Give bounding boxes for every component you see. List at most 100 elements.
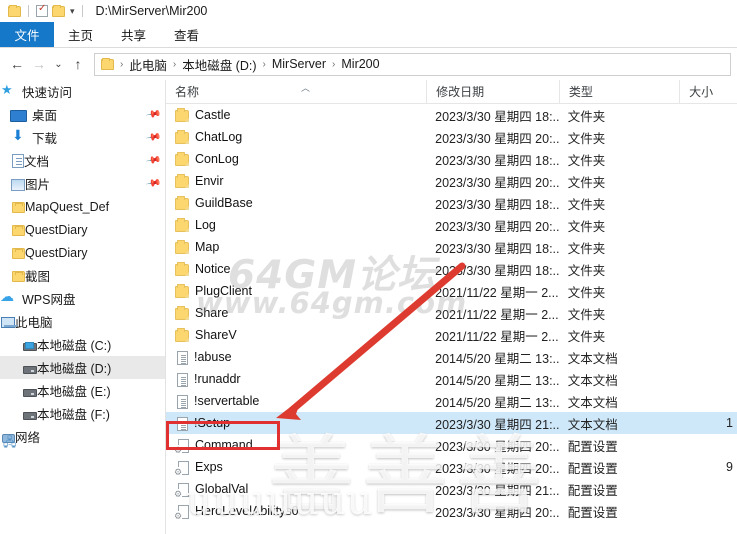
breadcrumb-this-pc[interactable]: 此电脑 — [129, 55, 167, 74]
file-type-label: 文件夹 — [567, 131, 606, 146]
file-type-label: 文件夹 — [567, 153, 606, 168]
column-header-type[interactable]: 类型 — [558, 80, 679, 104]
table-row[interactable]: !Setup 2023/3/30 星期四 21:... 文本文档 1 — [166, 412, 737, 434]
forward-button[interactable]: → — [28, 53, 50, 75]
breadcrumb-mirserver[interactable]: MirServer — [272, 57, 326, 71]
breadcrumb-drive-d[interactable]: 本地磁盘 (D:) — [182, 55, 256, 74]
sidebar-item-12[interactable]: 本地磁盘 (D:) — [0, 356, 165, 379]
table-row[interactable]: Exps 2023/3/30 星期四 20:... 配置设置 9 — [166, 456, 737, 478]
sidebar-item-7[interactable]: QuestDiary — [0, 241, 165, 264]
sidebar-item-label: 截图 — [25, 270, 51, 284]
sidebar-item-6[interactable]: QuestDiary — [0, 218, 165, 241]
breadcrumb-separator: › — [120, 58, 124, 70]
tab-share[interactable]: 共享 — [107, 22, 160, 47]
file-date-label: 2023/3/30 星期四 18:... — [435, 197, 559, 212]
tab-view[interactable]: 查看 — [160, 22, 213, 47]
table-row[interactable]: Notice 2023/3/30 星期四 18:... 文件夹 — [166, 258, 737, 280]
sidebar-item-9[interactable]: WPS网盘 — [0, 287, 165, 310]
sidebar-item-5[interactable]: MapQuest_Def — [0, 195, 165, 218]
column-header-name-label: 名称 — [175, 85, 200, 99]
file-rows: Castle 2023/3/30 星期四 18:... 文件夹 ChatLog 2023… — [166, 104, 737, 522]
cell-name: Share — [166, 306, 426, 320]
table-row[interactable]: ChatLog 2023/3/30 星期四 20:... 文件夹 — [166, 126, 737, 148]
file-name-label: !Setup — [194, 416, 231, 430]
folder-icon[interactable] — [8, 4, 21, 17]
drive-icon — [23, 388, 37, 397]
sidebar-item-15[interactable]: 网络 — [0, 425, 165, 454]
sidebar-item-8[interactable]: 截图 — [0, 264, 165, 287]
folder-icon — [12, 202, 25, 213]
file-type-label: 文本文档 — [567, 395, 618, 410]
pin-icon[interactable]: 📌 — [145, 106, 162, 122]
folder-icon — [175, 174, 189, 188]
file-date-label: 2023/3/30 星期四 20:... — [435, 461, 559, 476]
sidebar-item-10[interactable]: 此电脑 — [0, 310, 165, 333]
table-row[interactable]: GuildBase 2023/3/30 星期四 18:... 文件夹 — [166, 192, 737, 214]
back-button[interactable]: ← — [6, 53, 28, 75]
table-row[interactable]: GlobalVal 2023/3/30 星期四 21:... 配置设置 — [166, 478, 737, 500]
cell-name: Command — [166, 438, 426, 453]
pin-icon[interactable]: 📌 — [145, 129, 162, 145]
sidebar-item-label: MapQuest_Def — [25, 199, 110, 214]
sidebar-item-13[interactable]: 本地磁盘 (E:) — [0, 379, 165, 402]
table-row[interactable]: !abuse 2014/5/20 星期二 13:... 文本文档 — [166, 346, 737, 368]
chevron-down-icon[interactable]: ▾ — [70, 6, 75, 17]
sidebar-item-11[interactable]: 本地磁盘 (C:) — [0, 333, 165, 356]
cell-name: Log — [166, 218, 426, 232]
file-name-label: Map — [195, 240, 220, 254]
file-type-label: 文本文档 — [567, 417, 618, 432]
properties-icon[interactable] — [36, 3, 48, 17]
sidebar-item-1[interactable]: 桌面 📌 — [0, 103, 165, 126]
folder-icon — [175, 262, 189, 276]
up-button[interactable]: ↑ — [67, 53, 89, 75]
column-header-row: 名称 ︿ 修改日期 类型 大小 — [166, 80, 737, 104]
file-date-label: 2023/3/30 星期四 18:... — [435, 109, 559, 124]
sidebar-item-14[interactable]: 本地磁盘 (F:) — [0, 402, 165, 425]
recent-locations-button[interactable]: ⌄ — [50, 53, 67, 75]
cell-name: Exps — [166, 460, 426, 475]
cell-name: GuildBase — [166, 196, 426, 210]
sidebar-item-0[interactable]: 快速访问 — [0, 80, 165, 103]
table-row[interactable]: Share 2021/11/22 星期一 2... 文件夹 — [166, 302, 737, 324]
sidebar-item-label: 本地磁盘 (E:) — [37, 385, 111, 399]
address-bar[interactable]: › 此电脑 › 本地磁盘 (D:) › MirServer › Mir200 — [94, 52, 731, 76]
file-name-label: GlobalVal — [195, 482, 249, 496]
file-date-label: 2023/3/30 星期四 18:... — [435, 153, 559, 168]
column-header-size[interactable]: 大小 — [679, 80, 737, 104]
file-date-label: 2023/3/30 星期四 20:... — [435, 505, 559, 520]
file-date-label: 2021/11/22 星期一 2... — [435, 285, 559, 300]
table-row[interactable]: ConLog 2023/3/30 星期四 18:... 文件夹 — [166, 148, 737, 170]
sidebar-item-label: 本地磁盘 (C:) — [37, 339, 112, 353]
pin-icon[interactable]: 📌 — [145, 152, 162, 168]
star-icon — [0, 82, 17, 100]
column-header-date[interactable]: 修改日期 — [426, 80, 559, 104]
table-row[interactable]: Castle 2023/3/30 星期四 18:... 文件夹 — [166, 104, 737, 126]
sidebar-item-4[interactable]: 图片 📌 — [0, 172, 165, 195]
column-header-name[interactable]: 名称 ︿ — [166, 80, 426, 104]
file-date-label: 2023/3/30 星期四 21:... — [435, 417, 559, 432]
file-name-label: Notice — [195, 262, 231, 276]
table-row[interactable]: !runaddr 2014/5/20 星期二 13:... 文本文档 — [166, 368, 737, 390]
new-folder-icon[interactable] — [52, 4, 65, 17]
table-row[interactable]: Envir 2023/3/30 星期四 20:... 文件夹 — [166, 170, 737, 192]
table-row[interactable]: Log 2023/3/30 星期四 20:... 文件夹 — [166, 214, 737, 236]
sidebar-item-3[interactable]: 文档 📌 — [0, 149, 165, 172]
pin-icon[interactable]: 📌 — [145, 175, 162, 191]
tab-home[interactable]: 主页 — [54, 22, 107, 47]
tab-file[interactable]: 文件 — [0, 22, 54, 47]
table-row[interactable]: Map 2023/3/30 星期四 18:... 文件夹 — [166, 236, 737, 258]
cell-name: !Setup — [166, 416, 426, 431]
qat-divider — [28, 5, 29, 17]
table-row[interactable]: ShareV 2021/11/22 星期一 2... 文件夹 — [166, 324, 737, 346]
file-type-label: 文件夹 — [567, 307, 606, 322]
file-type-label: 文件夹 — [567, 219, 606, 234]
table-row[interactable]: !servertable 2014/5/20 星期二 13:... 文本文档 — [166, 390, 737, 412]
qat-divider-2 — [81, 5, 83, 17]
breadcrumb-mir200[interactable]: Mir200 — [341, 57, 379, 71]
table-row[interactable]: HeroLevelAbilitys0 2023/3/30 星期四 20:... 配置… — [166, 500, 737, 522]
file-date-label: 2014/5/20 星期二 13:... — [435, 373, 559, 388]
table-row[interactable]: PlugClient 2021/11/22 星期一 2... 文件夹 — [166, 280, 737, 302]
sidebar-item-2[interactable]: 下载 📌 — [0, 126, 165, 149]
table-row[interactable]: Command 2023/3/30 星期四 20:... 配置设置 — [166, 434, 737, 456]
file-name-label: ChatLog — [195, 130, 243, 144]
